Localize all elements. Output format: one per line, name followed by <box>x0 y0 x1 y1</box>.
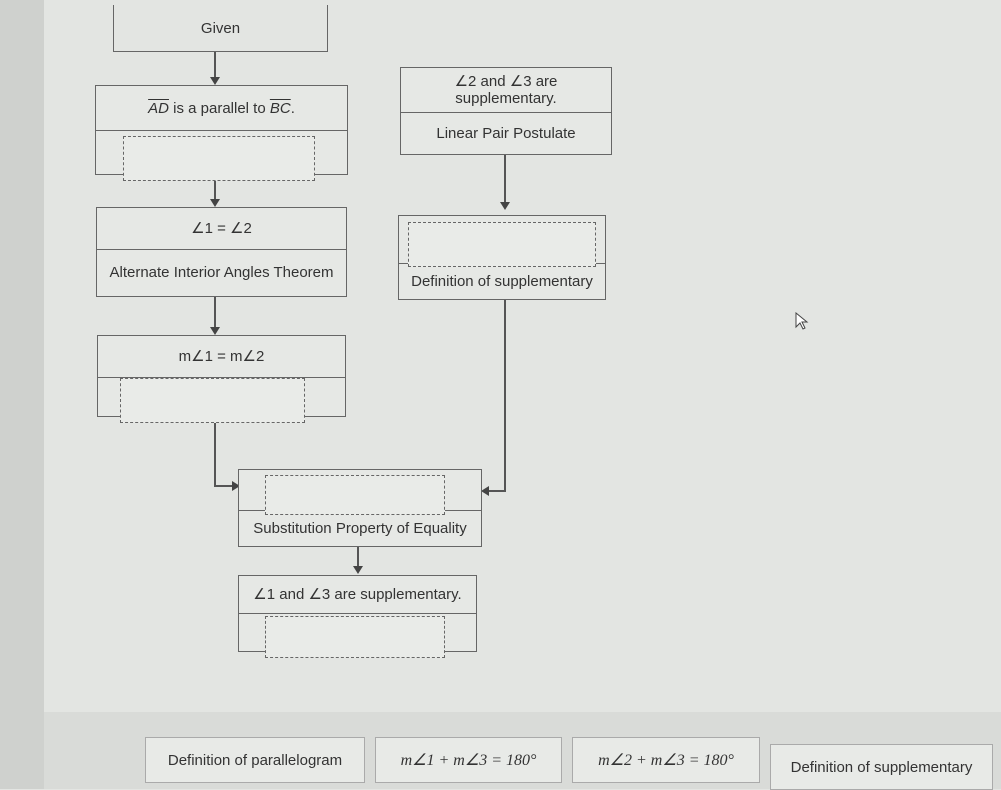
reason: Alternate Interior Angles Theorem <box>109 264 334 281</box>
drop-zone-statement-2[interactable] <box>265 475 445 515</box>
answer-option-def-supplementary[interactable]: Definition of supplementary <box>770 744 993 790</box>
statement: ∠1 and ∠3 are supplementary. <box>239 576 476 614</box>
mouse-cursor-icon <box>795 312 809 330</box>
arrow-down-icon <box>210 77 220 85</box>
answer-option-def-parallelogram[interactable]: Definition of parallelogram <box>145 737 365 783</box>
period: . <box>290 99 295 117</box>
arrow-down-icon <box>353 566 363 574</box>
proof-box-linear-pair: ∠2 and ∠3 are supplementary. Linear Pair… <box>400 67 612 155</box>
connector-line <box>488 490 506 492</box>
segment-bc: BC <box>269 99 291 117</box>
connector-line <box>357 547 359 567</box>
drop-zone-reason-1[interactable] <box>123 136 315 181</box>
statement: m∠1 = m∠2 <box>98 336 345 378</box>
reason: Substitution Property of Equality <box>239 510 481 546</box>
left-panel-edge <box>0 0 44 789</box>
drop-zone-reason-2[interactable] <box>120 378 305 423</box>
connector-line <box>214 423 216 486</box>
connector-line <box>504 300 506 491</box>
given-box: Given <box>113 5 328 52</box>
arrow-down-icon <box>500 202 510 210</box>
reason: Linear Pair Postulate <box>436 124 576 142</box>
reason: Definition of supplementary <box>399 263 605 299</box>
arrow-down-icon <box>210 199 220 207</box>
drop-zone-statement-1[interactable] <box>408 222 596 267</box>
statement: ∠2 and ∠3 are supplementary. <box>401 68 611 113</box>
connector-line <box>214 297 216 328</box>
statement: AD is a parallel to BC . <box>96 86 347 131</box>
connector-line <box>214 485 234 487</box>
drop-zone-reason-3[interactable] <box>265 616 445 658</box>
statement-text: is a parallel to <box>168 99 270 117</box>
answer-option-m1-m3-180[interactable]: m∠1 + m∠3 = 180° <box>375 737 562 783</box>
connector-line <box>214 52 216 78</box>
connector-line <box>504 155 506 203</box>
given-label: Given <box>200 19 241 37</box>
answer-option-m2-m3-180[interactable]: m∠2 + m∠3 = 180° <box>572 737 760 783</box>
arrow-left-icon <box>481 486 489 496</box>
connector-line <box>214 181 216 200</box>
arrow-down-icon <box>210 327 220 335</box>
statement: ∠1 = ∠2 <box>97 208 346 250</box>
proof-box-angles-equal: ∠1 = ∠2 Alternate Interior Angles Theore… <box>96 207 347 297</box>
segment-ad: AD <box>148 99 169 117</box>
